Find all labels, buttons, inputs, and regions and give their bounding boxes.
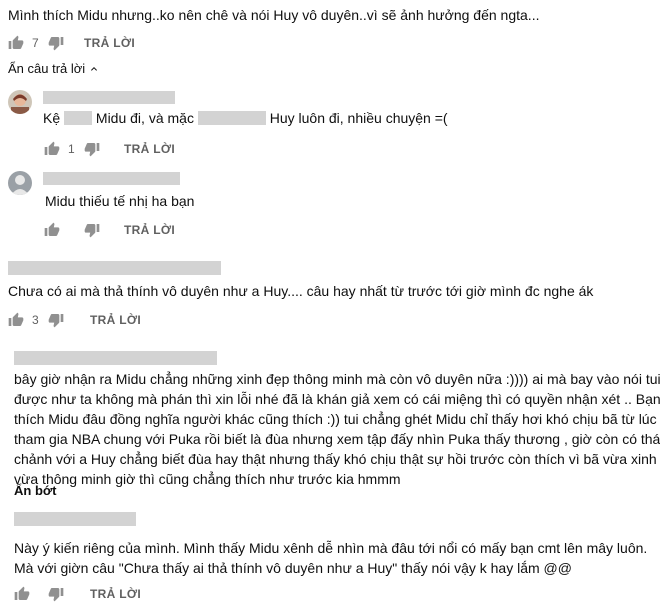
avatar-image bbox=[8, 171, 32, 195]
redacted-username bbox=[8, 261, 221, 275]
comment-actions: 7 TRẢ LỜI bbox=[8, 33, 135, 53]
thumbs-down-icon[interactable] bbox=[84, 222, 100, 238]
like-count: 7 bbox=[32, 36, 39, 50]
thumbs-up-icon[interactable] bbox=[8, 312, 24, 328]
reply-actions: 1 TRẢ LỜI bbox=[44, 139, 175, 159]
reply-button[interactable]: TRẢ LỜI bbox=[90, 313, 141, 327]
comment-text: Chưa có ai mà thả thính vô duyên như a H… bbox=[8, 283, 594, 299]
thumbs-down-icon[interactable] bbox=[84, 141, 100, 157]
redacted-username bbox=[43, 172, 180, 185]
reply-text-part: Huy luôn đi, nhiều chuyện =( bbox=[269, 110, 448, 126]
redacted-username bbox=[14, 512, 136, 526]
comment-line: Mà với giờn câu "Chưa thấy ai thả thính … bbox=[14, 560, 572, 576]
reply-text-part: Kệ bbox=[43, 110, 61, 126]
avatar[interactable] bbox=[8, 90, 32, 114]
show-less-button[interactable]: Ẩn bớt bbox=[14, 483, 56, 498]
thumbs-up-icon[interactable] bbox=[8, 35, 24, 51]
like-count: 3 bbox=[32, 313, 39, 327]
comment-line: Này ý kiến riêng của mình. Mình thấy Mid… bbox=[14, 540, 648, 556]
avatar-image bbox=[8, 90, 32, 114]
thumbs-up-icon[interactable] bbox=[44, 141, 60, 157]
avatar[interactable] bbox=[8, 171, 32, 195]
comment-actions: 3 TRẢ LỜI bbox=[8, 310, 141, 330]
comment-line: chảnh với a Huy chẳng biết đùa hay thật … bbox=[14, 451, 660, 467]
reply-text: Midu thiếu tế nhị ha bạn bbox=[45, 193, 195, 209]
comment-line: tham gia NBA chung với Puka rồi biết là … bbox=[14, 431, 660, 447]
comment-line: thích Midu đâu đồng nghĩa người khác cũn… bbox=[14, 411, 657, 427]
reply-text: Kệ Midu đi, và mặc Huy luôn đi, nhiều ch… bbox=[43, 108, 448, 128]
reply-button[interactable]: TRẢ LỜI bbox=[124, 142, 175, 156]
redacted-mention bbox=[64, 111, 93, 125]
redacted-mention bbox=[197, 111, 266, 125]
reply-button[interactable]: TRẢ LỜI bbox=[124, 223, 175, 237]
comment-body: Này ý kiến riêng của mình. Mình thấy Mid… bbox=[14, 538, 654, 578]
thumbs-up-icon[interactable] bbox=[14, 586, 30, 602]
reply-actions: TRẢ LỜI bbox=[44, 220, 175, 240]
redacted-username bbox=[14, 351, 217, 365]
thumbs-down-icon[interactable] bbox=[48, 312, 64, 328]
thumbs-down-icon[interactable] bbox=[48, 586, 64, 602]
comment-text: Mình thích Midu nhưng..ko nên chê và nói… bbox=[8, 7, 540, 23]
reply-button[interactable]: TRẢ LỜI bbox=[84, 36, 135, 50]
redacted-username bbox=[43, 91, 175, 104]
comment-line: bây giờ nhận ra Midu chẳng những xinh đẹ… bbox=[14, 371, 660, 387]
comment-actions: TRẢ LỜI bbox=[14, 584, 141, 604]
like-count: 1 bbox=[68, 142, 75, 156]
reply-text-part: Midu đi, và mặc bbox=[95, 110, 194, 126]
chevron-up-icon bbox=[88, 63, 100, 75]
comment-line: được như ta không mà phán thì xin lỗi nh… bbox=[14, 391, 660, 407]
comment-body: bây giờ nhận ra Midu chẳng những xinh đẹ… bbox=[14, 369, 660, 489]
hide-replies-label: Ẩn câu trả lời bbox=[8, 61, 86, 76]
hide-replies-toggle[interactable]: Ẩn câu trả lời bbox=[8, 61, 100, 76]
thumbs-down-icon[interactable] bbox=[48, 35, 64, 51]
reply-button[interactable]: TRẢ LỜI bbox=[90, 587, 141, 601]
thumbs-up-icon[interactable] bbox=[44, 222, 60, 238]
comment-line: vừa thông minh giờ thì cũng chẳng thích … bbox=[14, 471, 401, 487]
